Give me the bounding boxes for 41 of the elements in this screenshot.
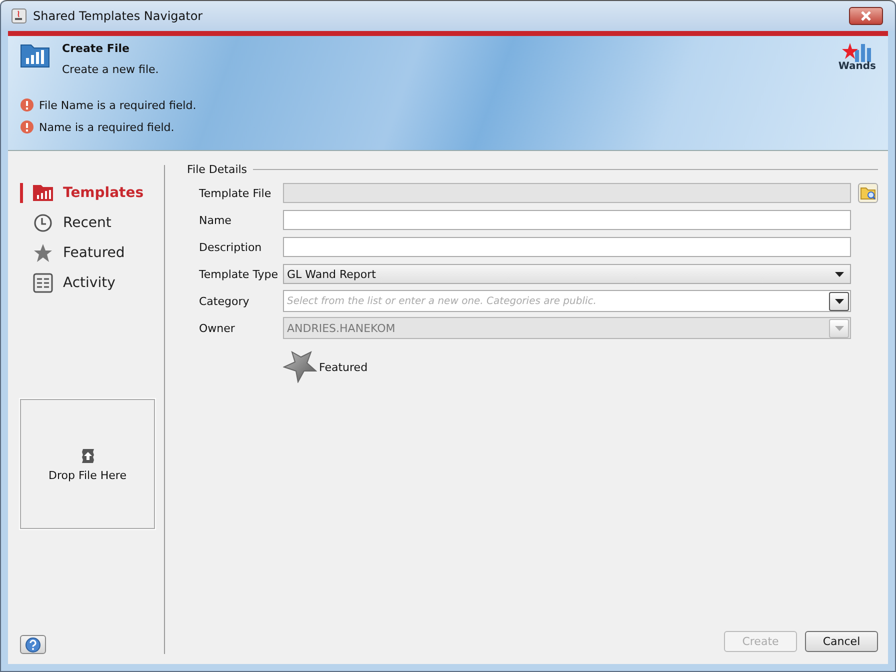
window-title: Shared Templates Navigator bbox=[33, 9, 204, 23]
error-message: File Name is a required field. bbox=[39, 98, 196, 112]
error-icon bbox=[20, 120, 34, 134]
field-label: Category bbox=[199, 294, 250, 308]
text-field[interactable] bbox=[283, 237, 851, 257]
text-field[interactable] bbox=[283, 210, 851, 230]
error-icon bbox=[20, 98, 34, 112]
header-title: Create File bbox=[62, 42, 130, 55]
field-label: Owner bbox=[199, 322, 236, 334]
field-label: Template Type bbox=[199, 268, 279, 280]
close-button[interactable] bbox=[849, 7, 883, 25]
header-subtitle: Create a new file. bbox=[62, 63, 160, 76]
field-label: Name bbox=[199, 214, 232, 226]
star-icon bbox=[32, 243, 54, 263]
sidebar-item[interactable]: Templates bbox=[20, 181, 164, 205]
drop-zone[interactable]: Drop File Here bbox=[20, 399, 155, 529]
dropdown-arrow-icon bbox=[835, 272, 844, 276]
star-icon bbox=[283, 351, 317, 383]
field-label: Description bbox=[199, 240, 263, 254]
cancel-button[interactable]: Cancel bbox=[805, 631, 878, 652]
folder-chart-icon bbox=[20, 42, 50, 68]
folder-chart-icon bbox=[32, 183, 54, 203]
sidebar-item[interactable]: Activity bbox=[20, 271, 164, 295]
dropdown-arrow-icon bbox=[834, 326, 844, 330]
sidebar-item[interactable]: Recent bbox=[20, 211, 164, 235]
help-button[interactable] bbox=[20, 635, 46, 654]
clock-icon bbox=[32, 213, 54, 233]
help-icon bbox=[25, 636, 41, 652]
close-icon bbox=[860, 11, 872, 21]
section-title: File Details bbox=[187, 163, 248, 176]
star-chart-icon bbox=[841, 42, 874, 62]
list-icon bbox=[32, 273, 54, 293]
sidebar-item[interactable]: Featured bbox=[20, 241, 164, 265]
featured-toggle[interactable]: Featured bbox=[283, 351, 878, 383]
dropdown[interactable]: GL Wand Report bbox=[283, 264, 851, 284]
dropdown-arrow-icon bbox=[834, 298, 844, 304]
error-message: Name is a required field. bbox=[39, 120, 174, 134]
field-label: Template File bbox=[199, 186, 272, 200]
folder-search-icon bbox=[860, 185, 876, 201]
drop-zone-label: Drop File Here bbox=[48, 468, 126, 482]
wands-logo: Wands bbox=[838, 42, 876, 72]
